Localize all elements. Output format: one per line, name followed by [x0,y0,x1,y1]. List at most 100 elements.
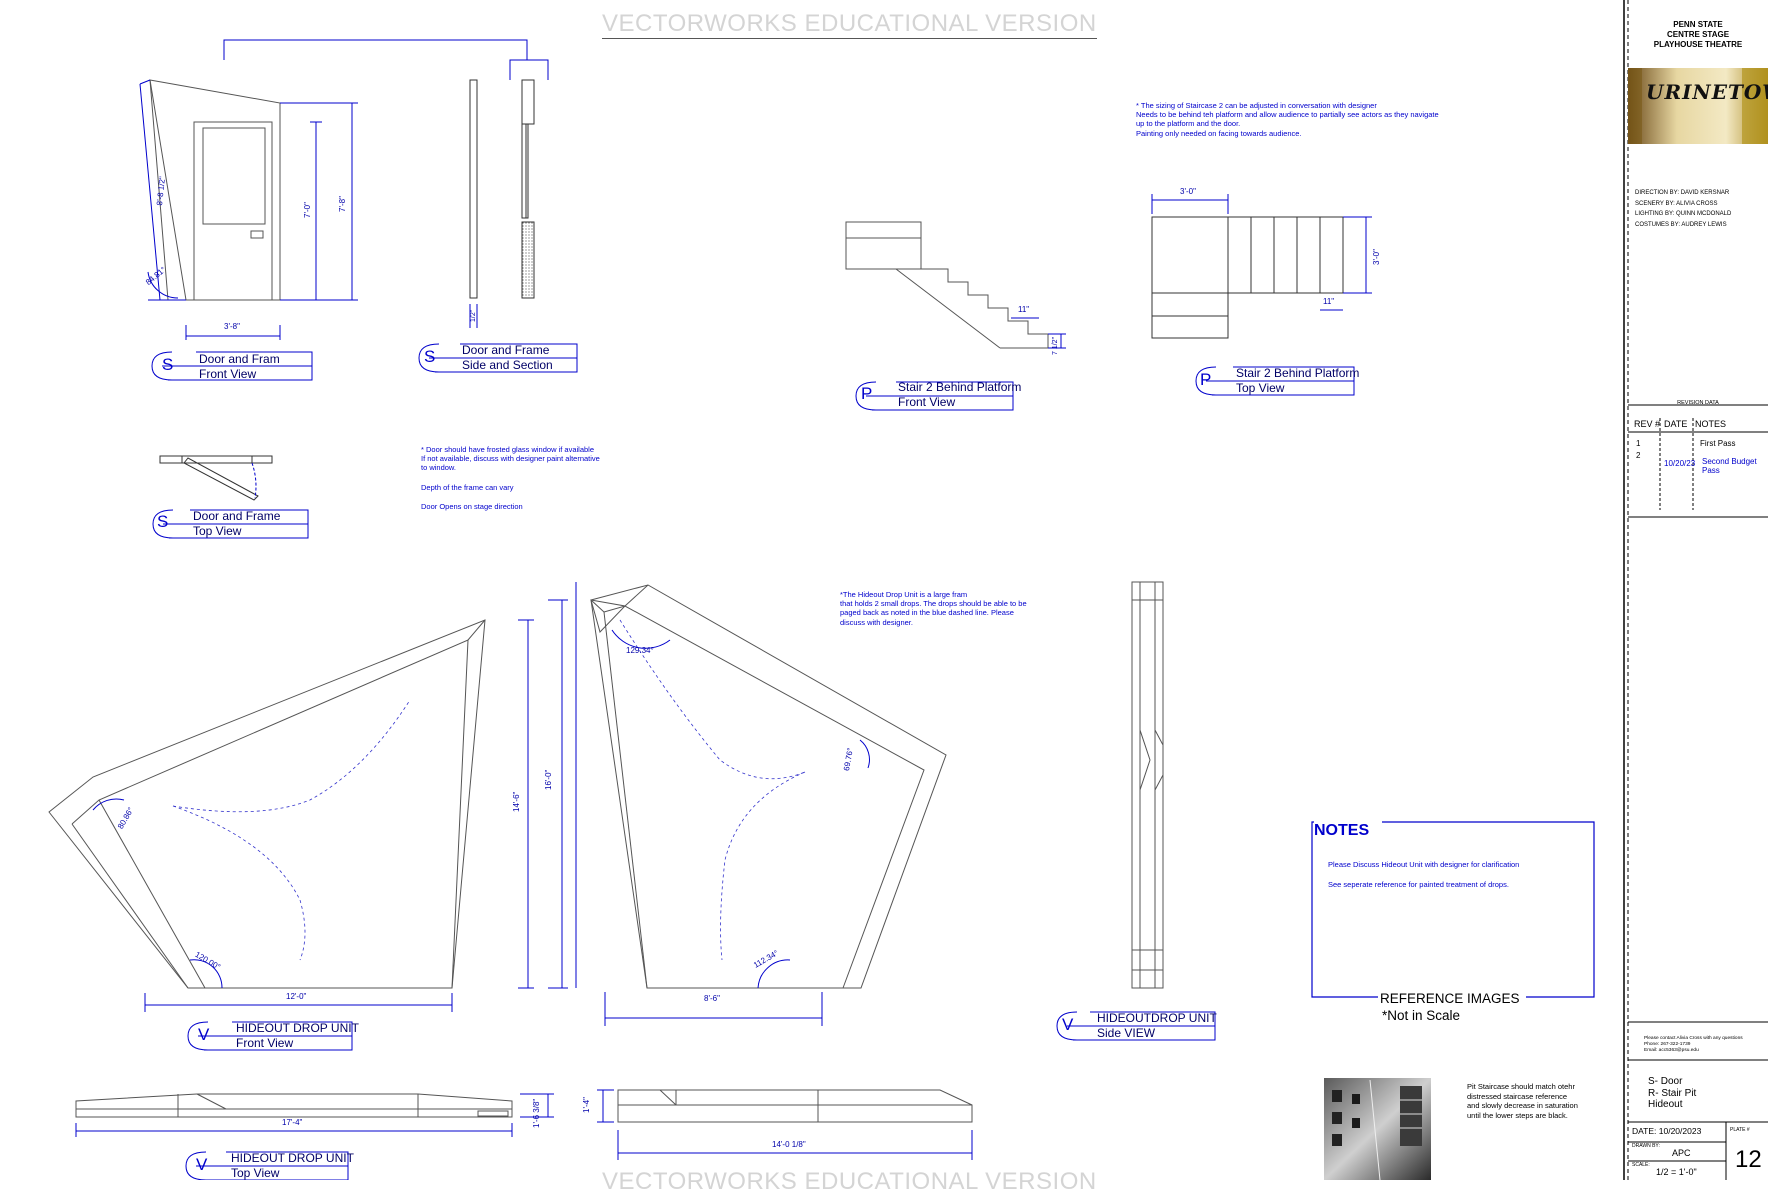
door-side-letter: S [424,347,436,366]
credit-lighting: LIGHTING BY: QUINN MCDONALD [1635,211,1732,217]
notes-box-line-2: See seperate reference for painted treat… [1328,880,1509,889]
door-height-dim: 7'-0" [303,202,312,218]
scale-label: SCALE: [1632,1162,1650,1168]
door-front-title: Door and Fram [199,352,280,366]
door-front-subtitle: Front View [199,367,257,381]
door-top-title: Door and Frame [193,509,281,523]
org-line-2: CENTRE STAGE [1666,30,1730,39]
sheet-contents: S- Door R- Stair Pit Hideout [1648,1076,1697,1110]
hideout-front-dims [92,599,568,1012]
rev-2-notes: Second Budget Pass [1702,457,1757,475]
rev-2-number: 2 [1636,451,1641,460]
door-side-subtitle: Side and Section [462,358,553,372]
logo-text: URINETOWN [1646,80,1768,104]
sheet-date: DATE: 10/20/2023 [1632,1126,1702,1136]
credit-costumes: COSTUMES BY: AUDREY LEWIS [1635,221,1727,228]
stair-front-subtitle: Front View [898,395,956,409]
hideout-front-width-dim: 12'-0" [286,992,307,1001]
hideout-side-letter: V [1062,1015,1074,1034]
hideout-front-drop [172,699,411,961]
drawn-by-label: DRAWN BY: [1632,1143,1660,1149]
stair-depth-dim: 3'-0" [1372,249,1381,265]
plate-number: 12 [1735,1146,1762,1173]
hideout-side-view [1131,581,1164,989]
tread-top-dim: 11" [1323,297,1335,306]
door-side-dims [469,59,549,328]
watermark-bottom: VECTORWORKS EDUCATIONAL VERSION [602,1168,1097,1195]
hideout-top2-dims [597,1089,973,1160]
door-front-view [149,79,281,301]
rev-header-date: DATE [1664,419,1688,429]
hideout-back-drop [619,619,806,961]
org-line-3: PLAYHOUSE THEATRE [1653,40,1743,49]
rev-1-number: 1 [1636,439,1641,448]
rev-1-notes: First Pass [1700,439,1736,448]
hideout-top2-view [617,1089,973,1123]
stair-front-view [845,221,1049,349]
side-depth-dim: 1/2" [470,309,477,322]
stair-top-view [1151,216,1344,339]
reference-photo [1324,1078,1431,1180]
hideout-top-letter: V [196,1155,208,1174]
notes-box [1311,821,1595,998]
org-line-1: PENN STATE [1673,20,1723,29]
door-depth-note: Depth of the frame can vary [421,483,514,492]
titleblock: PENN STATE CENTRE STAGE PLAYHOUSE THEATR… [1628,0,1768,1180]
drawn-by: APC [1672,1148,1691,1158]
rev-header-rev: REV # [1634,419,1661,429]
plate-label: PLATE # [1730,1127,1750,1133]
hideout-top-subtitle: Top View [231,1166,280,1180]
reference-images-subtitle: *Not in Scale [1382,1008,1461,1023]
hideout-front-h1-dim: 14'-6" [512,791,521,812]
door-opens-note: Door Opens on stage direction [421,502,523,511]
notes-box-title: NOTES [1314,822,1370,839]
door-top-view [159,455,273,501]
hideout-front-h2-dim: 16'-0" [544,769,553,790]
credit-scenery: SCENERY BY: ALIVIA CROSS [1635,200,1718,207]
hideout-note: *The Hideout Drop Unit is a large fram t… [840,590,1027,627]
door-width-dim: 3'-8" [224,322,240,331]
credits: DIRECTION BY: DAVID KERSNAR SCENERY BY: … [1635,188,1731,230]
watermark-top: VECTORWORKS EDUCATIONAL VERSION [602,10,1097,39]
riser-dim: 7 1/2" [1052,336,1059,355]
staircase-note: * The sizing of Staircase 2 can be adjus… [1136,101,1439,138]
hideout-front-view [48,619,486,989]
pit-staircase-note: Pit Staircase should match otehr distres… [1467,1082,1578,1120]
top-width-dim: 17'-4" [282,1118,303,1127]
door-top-letter: S [157,512,169,531]
stair-top-title: Stair 2 Behind Platform [1236,366,1360,380]
door-top-subtitle: Top View [193,524,242,538]
door-side-title: Door and Frame [462,343,550,357]
rev-header-notes: NOTES [1695,419,1727,429]
hideout-top-title: HIDEOUT DROP UNIT [231,1151,354,1165]
hideout-side-title: HIDEOUTDROP UNIT [1097,1011,1217,1025]
hideout-top-view [75,1093,513,1118]
drawing-sheet: VECTORWORKS EDUCATIONAL VERSION VECTORWO… [0,0,1768,1195]
stair-front-title: Stair 2 Behind Platform [898,380,1022,394]
door-note: * Door should have frosted glass window … [421,445,600,473]
door-front-letter: S [162,355,174,374]
hideout-front-title: HIDEOUT DROP UNIT [236,1021,359,1035]
view-label-brackets [151,343,1355,1180]
scale-value: 1/2 = 1'-0" [1656,1167,1697,1177]
back-width-dim: 8'-6" [704,994,720,1003]
notes-box-line-1: Please Discuss Hideout Unit with designe… [1328,860,1520,869]
stair-width-dim: 3'-0" [1180,187,1196,196]
rev-2-date: 10/20/23 [1664,459,1696,468]
revision-data-title: REVISION DATA [1677,400,1719,406]
reference-images-title: REFERENCE IMAGES [1380,991,1520,1006]
angle-c-dim: 129.34° [626,646,654,655]
frame-height-dim: 7'-8" [338,196,347,212]
stair-front-letter: P [861,384,873,403]
tread-dim: 11" [1018,305,1030,314]
contact-info: Please contact Alivia Cross with any que… [1644,1036,1743,1053]
hideout-front-subtitle: Front View [236,1036,294,1050]
stair-top-letter: P [1200,370,1212,389]
hideout-side-subtitle: Side VIEW [1097,1026,1156,1040]
stair-top-subtitle: Top View [1236,381,1285,395]
door-front-dims [139,39,528,340]
top2-width-dim: 14'-0 1/8" [772,1140,806,1149]
top2-depth-dim: 1'-4" [582,1097,591,1113]
credit-direction: DIRECTION BY: DAVID KERSNAR [1635,190,1730,196]
door-side-view [469,79,535,299]
